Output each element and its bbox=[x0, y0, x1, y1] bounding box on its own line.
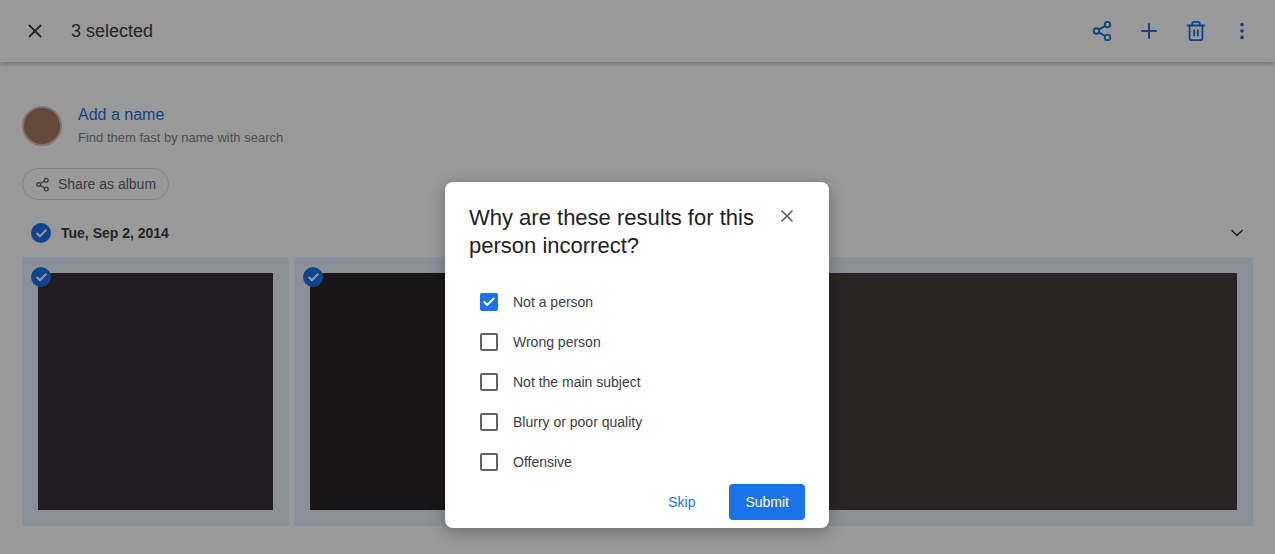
option-label: Not a person bbox=[513, 292, 593, 313]
option-row[interactable]: Not the main subject bbox=[445, 362, 829, 402]
app: 3 selectedAdd a nameFind them fast by na… bbox=[0, 0, 1275, 554]
dialog-close-button[interactable] bbox=[777, 206, 797, 226]
option-list: Not a person Wrong person Not the main sub… bbox=[445, 282, 829, 482]
option-row[interactable]: Offensive bbox=[445, 442, 829, 482]
option-label: Blurry or poor quality bbox=[513, 412, 642, 433]
skip-button[interactable]: Skip bbox=[652, 484, 711, 520]
option-label: Offensive bbox=[513, 452, 572, 473]
dialog-buttons: Skip Submit bbox=[445, 484, 829, 520]
option-checkbox[interactable] bbox=[480, 333, 498, 351]
option-row[interactable]: Not a person bbox=[445, 282, 829, 322]
option-checkbox[interactable] bbox=[480, 373, 498, 391]
close-icon bbox=[777, 206, 797, 226]
option-checkbox[interactable] bbox=[480, 413, 498, 431]
option-row[interactable]: Wrong person bbox=[445, 322, 829, 362]
dialog-title: Why are these results for this person in… bbox=[445, 204, 829, 260]
option-row[interactable]: Blurry or poor quality bbox=[445, 402, 829, 442]
option-checkbox[interactable] bbox=[480, 293, 498, 311]
option-checkbox[interactable] bbox=[480, 453, 498, 471]
option-label: Wrong person bbox=[513, 332, 601, 353]
option-label: Not the main subject bbox=[513, 372, 641, 393]
feedback-dialog: Why are these results for this person in… bbox=[445, 182, 829, 528]
check-icon bbox=[482, 295, 496, 309]
submit-button[interactable]: Submit bbox=[729, 484, 805, 520]
